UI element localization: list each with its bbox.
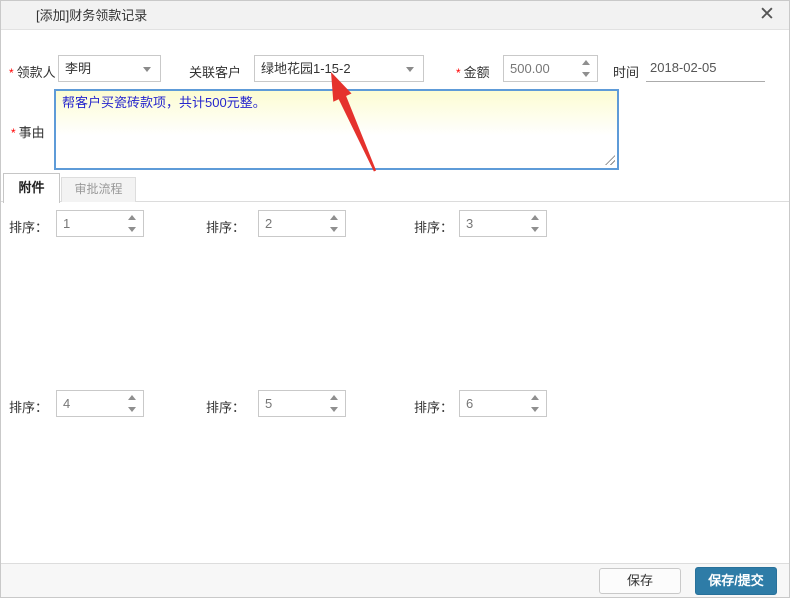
sort-label: 排序： xyxy=(9,220,49,235)
save-submit-button[interactable]: 保存/提交 xyxy=(695,567,777,595)
reason-field: 帮客户买瓷砖款项，共计500元整。 xyxy=(54,89,619,170)
reason-textarea[interactable]: 帮客户买瓷砖款项，共计500元整。 xyxy=(54,89,619,170)
spinner-down-icon[interactable] xyxy=(582,72,590,77)
spinner-up-icon[interactable] xyxy=(582,60,590,65)
number-spinner xyxy=(330,215,339,232)
date-label: 时间 xyxy=(613,65,640,80)
customer-select-value: 绿地花园1-15-2 xyxy=(261,61,351,76)
tab-approval-flow[interactable]: 审批流程 xyxy=(61,177,136,202)
sort-field-5 xyxy=(258,390,346,417)
sort-field-2 xyxy=(258,210,346,237)
payee-label: * 领款人 xyxy=(9,65,56,80)
number-spinner xyxy=(128,215,137,232)
date-field[interactable]: 2018-02-05 xyxy=(646,56,765,82)
spinner-down-icon[interactable] xyxy=(531,407,539,412)
number-spinner xyxy=(128,395,137,412)
spinner-down-icon[interactable] xyxy=(531,227,539,232)
number-spinner xyxy=(531,395,540,412)
number-spinner xyxy=(531,215,540,232)
close-button[interactable]: ✕ xyxy=(755,3,779,27)
chevron-down-icon xyxy=(143,67,151,72)
required-marker: * xyxy=(456,66,461,80)
spinner-up-icon[interactable] xyxy=(128,395,136,400)
spinner-up-icon[interactable] xyxy=(128,215,136,220)
reason-label: * 事由 xyxy=(11,125,45,140)
customer-label: 关联客户 xyxy=(189,65,242,80)
tab-attachments[interactable]: 附件 xyxy=(3,173,60,203)
payee-select[interactable]: 李明 xyxy=(58,55,161,82)
spinner-up-icon[interactable] xyxy=(330,215,338,220)
dialog-title: [添加]财务领款记录 xyxy=(36,8,148,23)
payee-select-value: 李明 xyxy=(65,61,92,76)
spinner-up-icon[interactable] xyxy=(330,395,338,400)
spinner-up-icon[interactable] xyxy=(531,395,539,400)
spinner-down-icon[interactable] xyxy=(330,227,338,232)
spinner-up-icon[interactable] xyxy=(531,215,539,220)
sort-label: 排序： xyxy=(206,400,246,415)
sort-field-4 xyxy=(56,390,144,417)
amount-field xyxy=(503,55,598,82)
save-button[interactable]: 保存 xyxy=(599,568,681,594)
sort-field-6 xyxy=(459,390,547,417)
sort-label: 排序： xyxy=(414,220,454,235)
number-spinner xyxy=(330,395,339,412)
sort-label: 排序： xyxy=(206,220,246,235)
sort-field-3 xyxy=(459,210,547,237)
spinner-down-icon[interactable] xyxy=(128,407,136,412)
required-marker: * xyxy=(11,126,16,140)
sort-label: 排序： xyxy=(414,400,454,415)
spinner-down-icon[interactable] xyxy=(128,227,136,232)
dialog-titlebar: [添加]财务领款记录 ✕ xyxy=(1,1,789,30)
customer-select[interactable]: 绿地花园1-15-2 xyxy=(254,55,424,82)
close-icon: ✕ xyxy=(759,4,775,25)
amount-label: * 金额 xyxy=(456,65,490,80)
spinner-down-icon[interactable] xyxy=(330,407,338,412)
sort-field-1 xyxy=(56,210,144,237)
required-marker: * xyxy=(9,66,14,80)
sort-label: 排序： xyxy=(9,400,49,415)
chevron-down-icon xyxy=(406,67,414,72)
amount-spinner xyxy=(582,60,591,77)
add-payment-record-dialog: [添加]财务领款记录 ✕ * 领款人 李明 关联客户 绿地花园1-15-2 * 金额… xyxy=(0,0,790,598)
